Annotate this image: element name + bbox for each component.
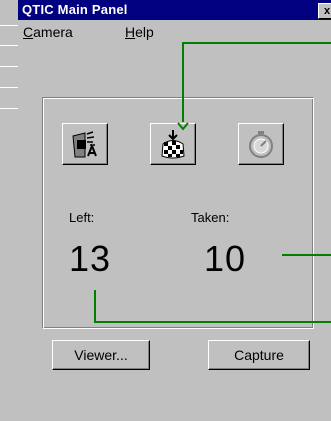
taken-label: Taken: — [191, 210, 230, 225]
menu-camera-label: amera — [33, 24, 73, 40]
close-button[interactable]: x — [318, 3, 331, 19]
camera-settings-button[interactable] — [62, 123, 108, 165]
main-panel-window: QTIC Main Panel x Camera Help Left: Take… — [18, 0, 331, 421]
capture-button[interactable]: Capture — [208, 340, 310, 370]
viewer-button[interactable]: Viewer... — [52, 340, 150, 370]
timer-button[interactable] — [238, 123, 284, 165]
menu-help-mnemonic: H — [125, 24, 136, 40]
taken-count: 10 — [204, 238, 247, 279]
menu-camera[interactable]: Camera — [23, 24, 73, 40]
title-bar[interactable]: QTIC Main Panel x — [18, 0, 331, 20]
stopwatch-icon — [249, 131, 273, 158]
menu-camera-mnemonic: C — [23, 24, 34, 40]
background-window-edge — [0, 0, 18, 421]
download-checker-icon — [161, 130, 185, 159]
menu-bar: Camera Help — [18, 22, 331, 42]
menu-help[interactable]: Help — [125, 24, 154, 40]
left-label: Left: — [69, 210, 95, 225]
left-count: 13 — [69, 238, 112, 279]
camera-settings-icon — [72, 131, 97, 158]
download-button[interactable] — [150, 123, 196, 165]
window-title: QTIC Main Panel — [22, 2, 128, 17]
menu-help-label: elp — [135, 24, 154, 40]
